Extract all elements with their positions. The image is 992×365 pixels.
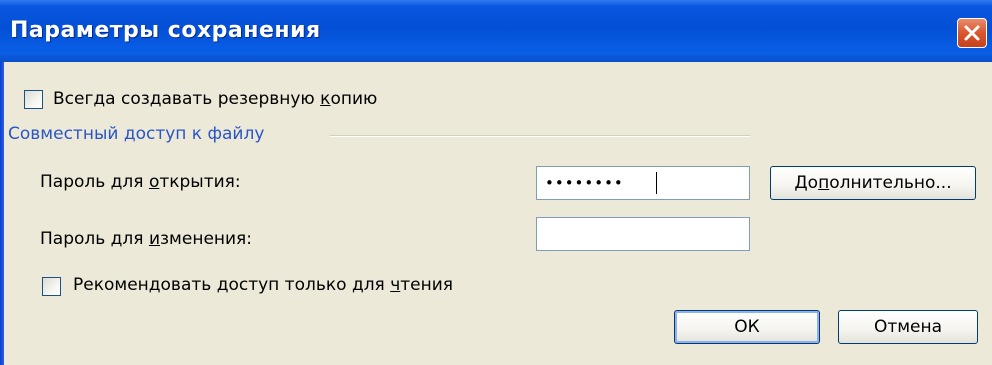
group-divider: [330, 135, 750, 137]
modify-password-label: Пароль для изменения:: [40, 229, 253, 249]
title-bar[interactable]: Параметры сохранения: [0, 0, 992, 62]
modify-password-input[interactable]: [536, 217, 750, 251]
dialog-title: Параметры сохранения: [10, 18, 321, 43]
save-options-dialog: Параметры сохранения Всегда создавать ре…: [0, 0, 992, 365]
file-sharing-group-title: Совместный доступ к файлу: [8, 124, 265, 144]
close-icon: [964, 25, 980, 41]
readonly-recommended-checkbox[interactable]: [42, 277, 61, 296]
open-password-value: ••••••••: [545, 174, 624, 192]
backup-checkbox[interactable]: [24, 90, 43, 109]
close-button[interactable]: [957, 18, 987, 48]
cancel-button[interactable]: Отмена: [838, 310, 978, 344]
readonly-recommended-label[interactable]: Рекомендовать доступ только для чтения: [73, 275, 453, 295]
open-password-label: Пароль для открытия:: [40, 172, 241, 192]
ok-button[interactable]: ОК: [674, 310, 820, 344]
text-caret: [656, 172, 657, 194]
advanced-button[interactable]: Дополнительно...: [770, 166, 976, 200]
open-password-input[interactable]: ••••••••: [536, 166, 750, 200]
backup-checkbox-label[interactable]: Всегда создавать резервную копию: [53, 89, 377, 109]
